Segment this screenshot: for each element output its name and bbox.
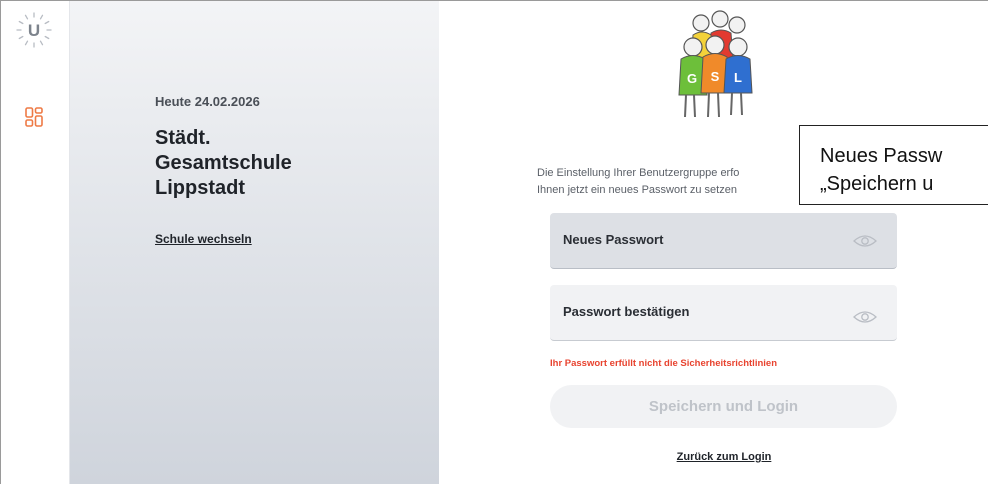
- sun-u-logo-icon[interactable]: U: [15, 11, 53, 49]
- password-error-message: Ihr Passwort erfüllt nicht die Sicherhei…: [550, 358, 777, 369]
- confirm-password-label: Passwort bestätigen: [563, 304, 690, 319]
- back-to-login-link[interactable]: Zurück zum Login: [439, 451, 988, 463]
- logo-letter-g: G: [687, 71, 697, 86]
- new-password-label: Neues Passwort: [563, 232, 664, 247]
- app-window: U Heute 24.02.2026 Städt. Gesamtschule L…: [0, 0, 988, 484]
- info-text: Die Einstellung Ihrer Benutzergruppe erf…: [537, 167, 740, 196]
- gsl-school-logo: G S L: [663, 9, 773, 123]
- school-name: Städt. Gesamtschule Lippstadt: [155, 127, 292, 199]
- eye-icon[interactable]: [853, 310, 877, 324]
- confirm-password-field[interactable]: Passwort bestätigen: [550, 285, 897, 341]
- logo-letter-l: L: [734, 70, 742, 85]
- nav-rail: U: [1, 1, 70, 484]
- logo-letter: U: [28, 21, 40, 40]
- new-password-field[interactable]: Neues Passwort: [550, 213, 897, 269]
- instruction-overlay: Neues Passw „Speichern u: [799, 125, 988, 205]
- logo-letter-s: S: [711, 69, 720, 84]
- switch-school-link[interactable]: Schule wechseln: [155, 232, 252, 246]
- dashboard-grid-icon[interactable]: [25, 107, 43, 127]
- date-label: Heute 24.02.2026: [155, 94, 260, 109]
- save-and-login-button[interactable]: Speichern und Login: [550, 385, 897, 428]
- password-form-area: G S L Die Einstellung Ihrer Benutzergrup…: [439, 1, 988, 484]
- instruction-overlay-text: Neues Passw „Speichern u: [820, 145, 943, 195]
- school-panel: Heute 24.02.2026 Städt. Gesamtschule Lip…: [70, 1, 439, 484]
- eye-icon[interactable]: [853, 234, 877, 248]
